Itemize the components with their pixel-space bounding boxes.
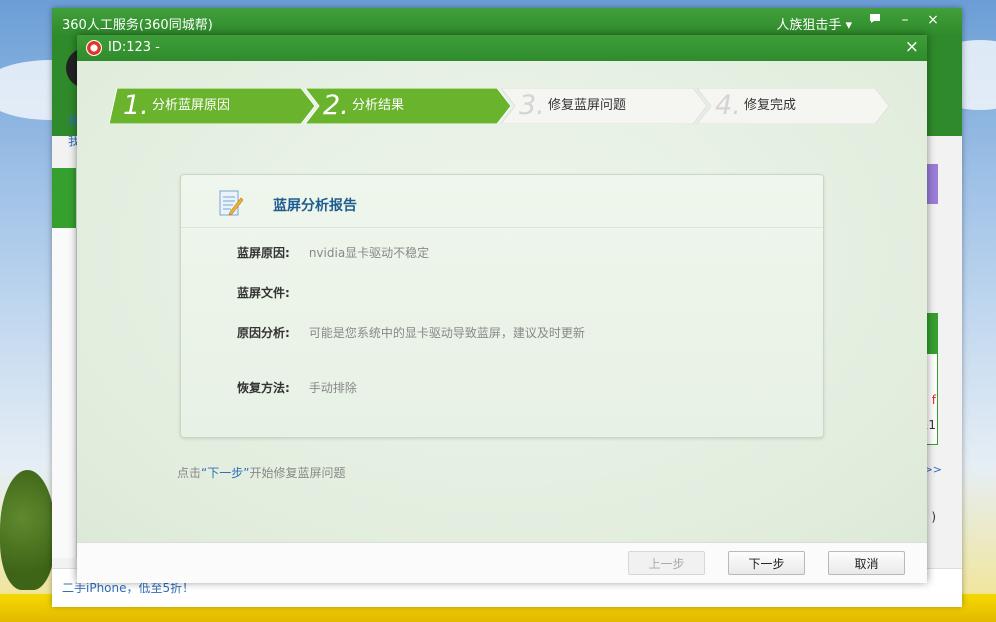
step-number: 3. (519, 90, 545, 121)
close-icon[interactable]: × (922, 12, 944, 28)
report-row-file: 蓝屏文件: (237, 284, 305, 301)
dialog-footer: 上一步 下一步 取消 (77, 542, 927, 583)
row-key: 原因分析: (237, 326, 290, 340)
right-char: ) (931, 510, 936, 524)
user-menu-label: 人族狙击手 (776, 18, 842, 33)
step-label: 修复蓝屏问题 (548, 98, 627, 113)
row-value: nvidia显卡驱动不稳定 (308, 246, 430, 260)
tree (0, 470, 55, 590)
prev-step-button[interactable]: 上一步 (628, 551, 705, 575)
row-value: 可能是您系统中的显卡驱动导致蓝屏，建议及时更新 (308, 326, 585, 340)
dialog-title: ID:123 - (108, 40, 160, 55)
report-header: 蓝屏分析报告 (181, 175, 823, 228)
background-left-strip (52, 228, 77, 558)
user-menu[interactable]: 人族狙击手 ▾ (776, 14, 852, 33)
chat-icon[interactable] (864, 12, 886, 28)
row-value: 手动排除 (308, 381, 357, 395)
step-indicator: 1. 分析蓝屏原因 2. 分析结果 3. 修复蓝屏问题 4. 修复完成 (109, 88, 899, 124)
background-window-title: 360人工服务(360同城帮) (62, 18, 213, 33)
lifebuoy-icon (86, 40, 102, 56)
report-row-method: 恢复方法: 手动排除 (237, 379, 357, 396)
report-row-cause: 蓝屏原因: nvidia显卡驱动不稳定 (237, 244, 429, 261)
dialog-titlebar: ID:123 - × (77, 35, 927, 61)
row-key: 恢复方法: (237, 381, 290, 395)
step-2: 2. 分析结果 (305, 88, 511, 124)
step-number: 4. (715, 90, 741, 121)
step-3: 3. 修复蓝屏问题 (501, 88, 707, 124)
minimize-icon[interactable]: – (894, 12, 916, 28)
repair-dialog: ID:123 - × 1. 分析蓝屏原因 2. 分析结果 3. 修复蓝屏问题 4… (77, 35, 927, 583)
step-label: 修复完成 (744, 98, 797, 113)
next-step-button[interactable]: 下一步 (728, 551, 805, 575)
hint-suffix: 开始修复蓝屏问题 (249, 466, 346, 480)
background-left-tab (52, 168, 76, 228)
dialog-close-button[interactable]: × (905, 37, 919, 57)
row-key: 蓝屏原因: (237, 246, 290, 260)
analysis-report: 蓝屏分析报告 蓝屏原因: nvidia显卡驱动不稳定 蓝屏文件: 原因分析: 可… (180, 174, 824, 438)
report-row-analysis: 原因分析: 可能是您系统中的显卡驱动导致蓝屏，建议及时更新 (237, 324, 585, 341)
right-char: f (931, 393, 936, 407)
step-4: 4. 修复完成 (697, 88, 903, 124)
step-number: 2. (323, 90, 349, 121)
hint-highlight: “下一步” (201, 466, 250, 480)
step-label: 分析蓝屏原因 (152, 98, 231, 113)
step-number: 1. (123, 90, 149, 121)
chevron-down-icon: ▾ (845, 18, 852, 33)
next-step-hint: 点击“下一步”开始修复蓝屏问题 (177, 464, 345, 481)
cancel-button[interactable]: 取消 (828, 551, 905, 575)
hint-prefix: 点击 (177, 466, 202, 480)
step-1: 1. 分析蓝屏原因 (109, 88, 315, 124)
report-document-icon (219, 190, 243, 216)
report-title: 蓝屏分析报告 (273, 198, 357, 214)
row-key: 蓝屏文件: (237, 286, 290, 300)
step-label: 分析结果 (352, 98, 405, 113)
dialog-body: 1. 分析蓝屏原因 2. 分析结果 3. 修复蓝屏问题 4. 修复完成 蓝屏分析… (77, 61, 927, 542)
background-titlebar: 360人工服务(360同城帮) 人族狙击手 ▾ – × (52, 8, 962, 36)
